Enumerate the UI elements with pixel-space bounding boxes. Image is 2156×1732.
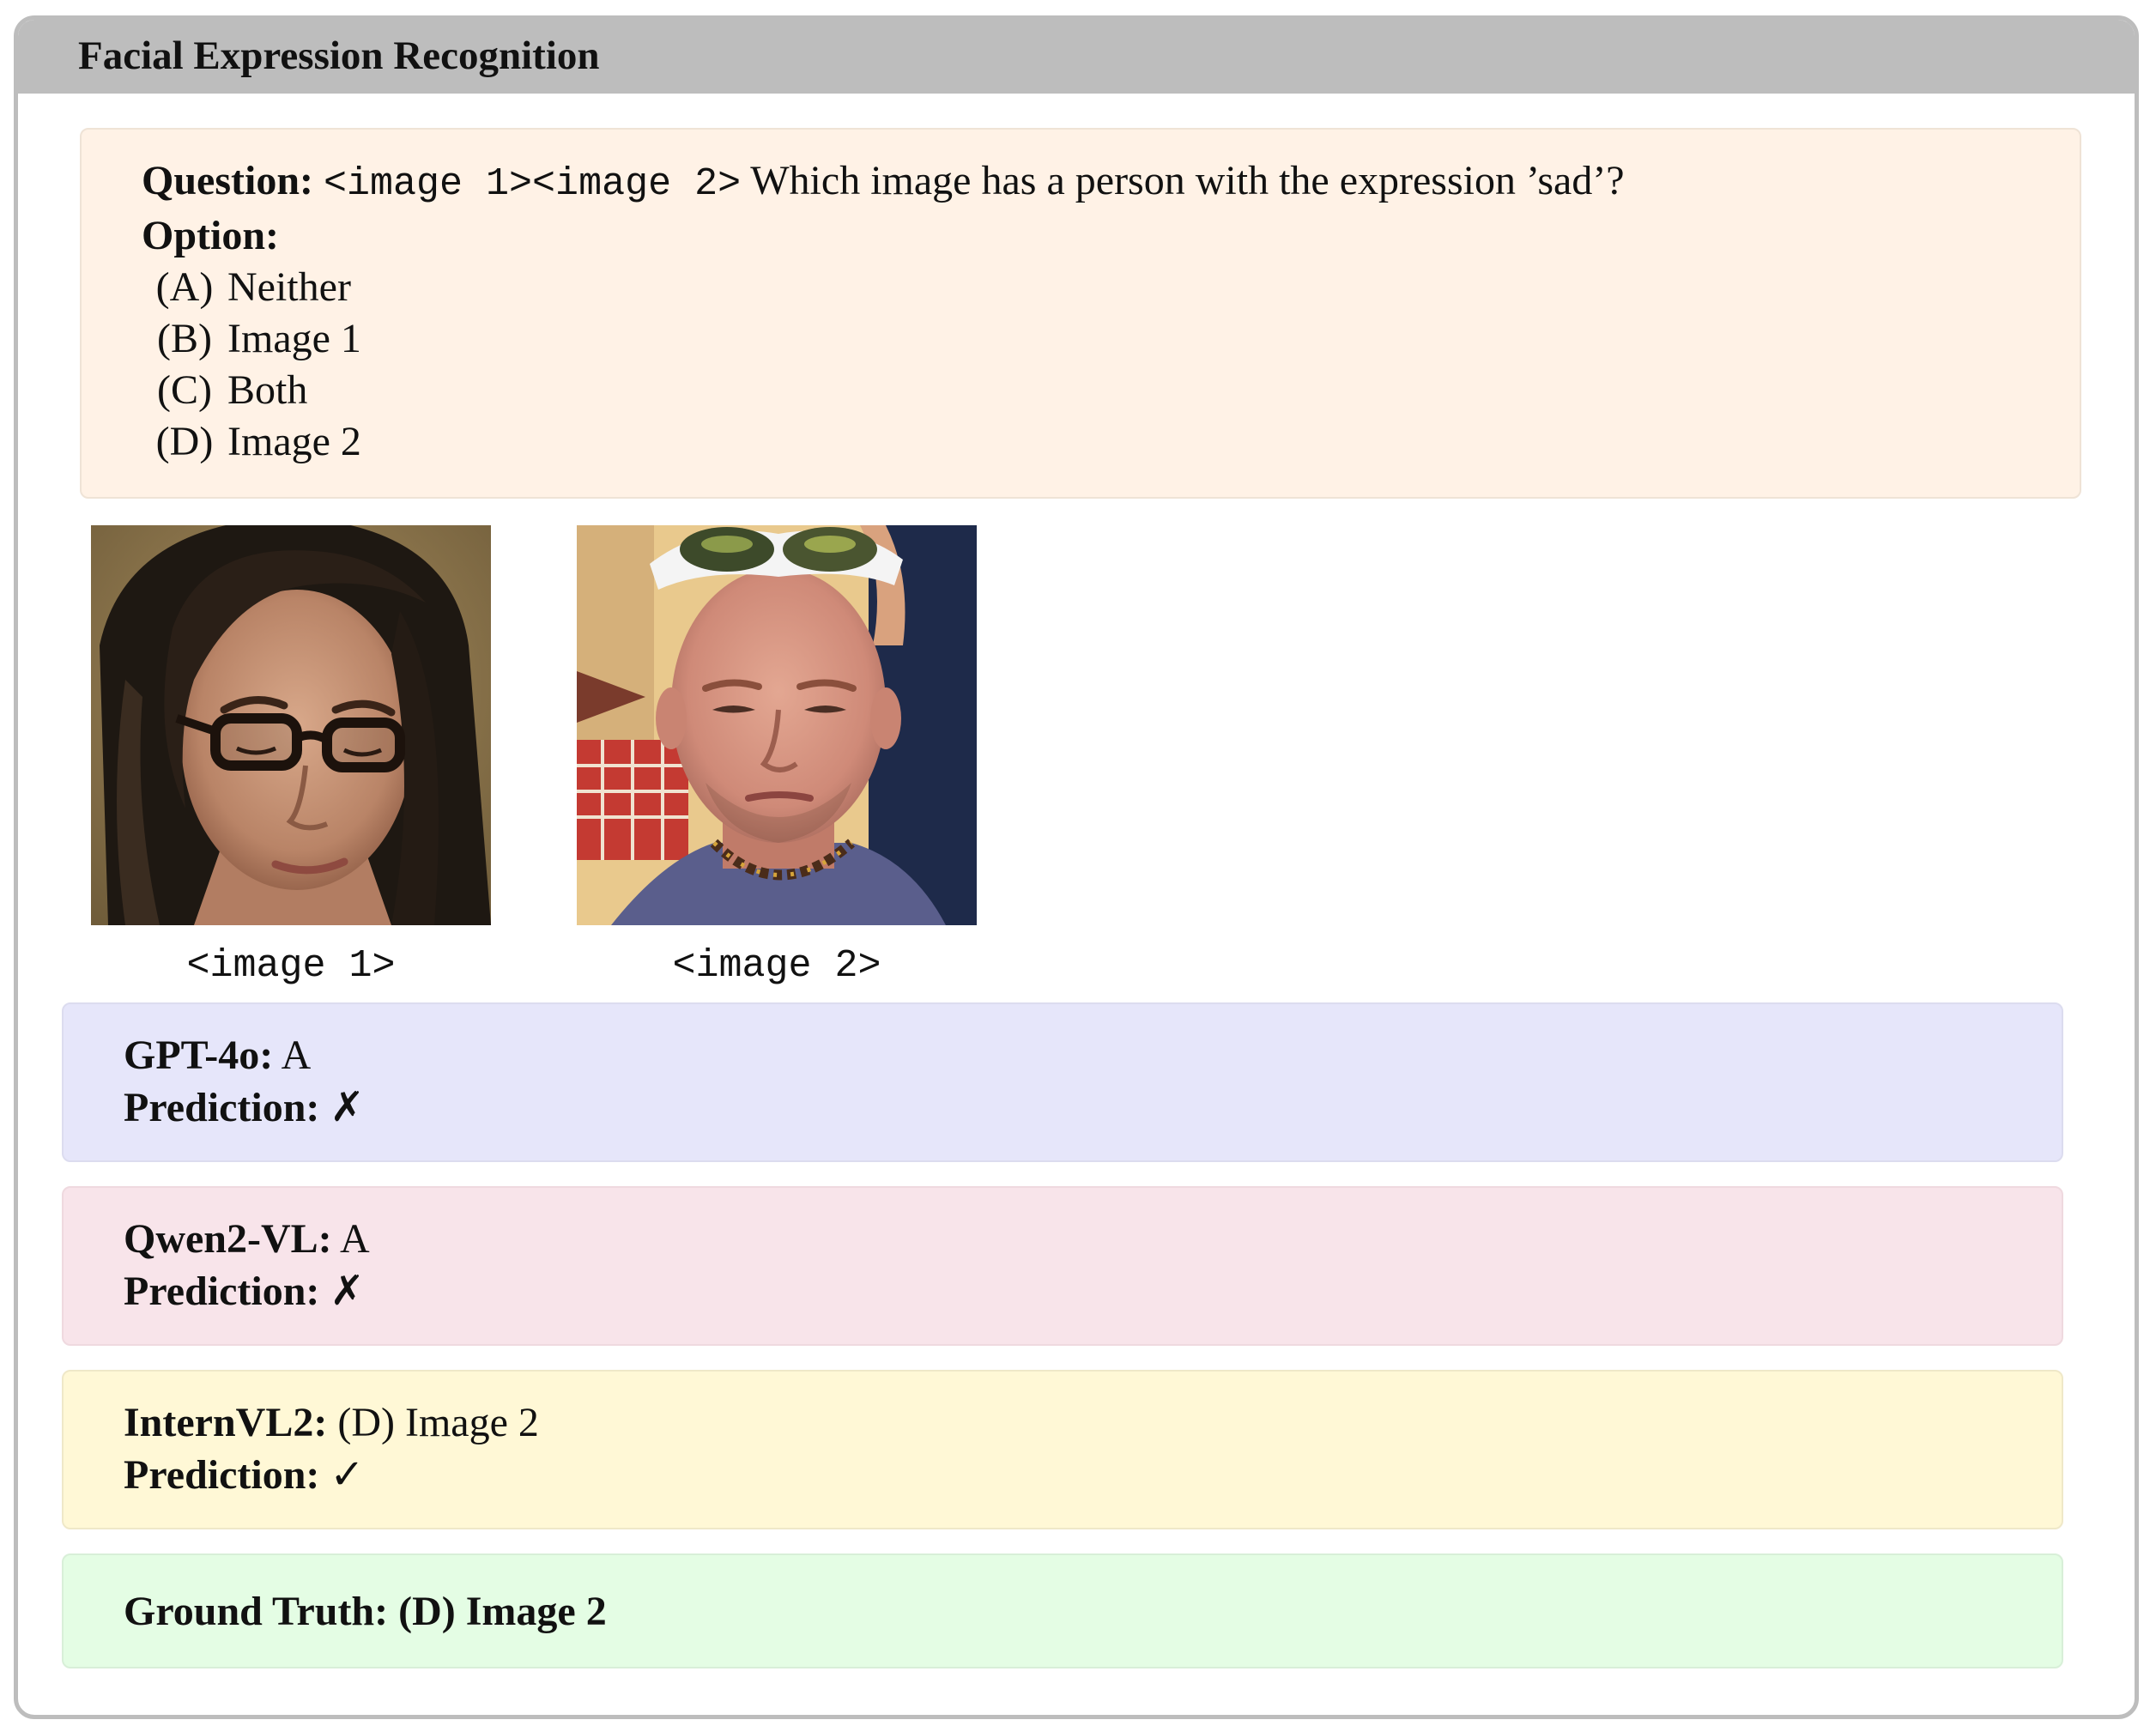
prediction-line: Prediction: ✗ [124, 1265, 370, 1317]
gpt-4o-content: GPT-4o: A Prediction: ✗ [124, 1030, 365, 1134]
image-1-caption: <image 1> [186, 944, 396, 988]
panel-header: Facial Expression Recognition [18, 20, 2135, 94]
prediction-label: Prediction: [124, 1269, 320, 1314]
check-mark-icon: ✓ [330, 1450, 365, 1499]
option-text: Both [227, 367, 308, 413]
prediction-label: Prediction: [124, 1085, 320, 1130]
question-image-tags: <image 1><image 2> [324, 162, 742, 206]
prediction-label: Prediction: [124, 1452, 320, 1498]
option-text: Image 2 [227, 419, 361, 464]
qwen2-vl-result-box: Qwen2-VL: A Prediction: ✗ [62, 1186, 2063, 1346]
model-answer-line: Qwen2-VL: A [124, 1214, 370, 1265]
panel-title: Facial Expression Recognition [78, 33, 600, 78]
image-2-caption: <image 2> [672, 944, 881, 988]
model-answer: A [281, 1033, 312, 1078]
image-2-man-photo [577, 525, 977, 925]
option-letter: (D) [155, 419, 214, 464]
cross-mark-icon: ✗ [330, 1083, 365, 1131]
option-c: (C) Both [142, 365, 1625, 416]
ground-truth-box: Ground Truth: (D) Image 2 [62, 1553, 2063, 1668]
question-box: Question: <image 1><image 2> Which image… [80, 128, 2081, 499]
ground-truth-label: Ground Truth: [124, 1589, 389, 1634]
model-name: InternVL2: [124, 1400, 328, 1445]
model-answer: A [340, 1216, 370, 1262]
question-label: Question: [142, 158, 314, 203]
model-name: Qwen2-VL: [124, 1216, 332, 1262]
option-a: (A) Neither [142, 262, 1625, 313]
ground-truth-content: Ground Truth: (D) Image 2 [124, 1586, 607, 1638]
option-text: Image 1 [227, 316, 361, 361]
prediction-line: Prediction: ✗ [124, 1081, 365, 1134]
internvl2-result-box: InternVL2: (D) Image 2 Prediction: ✓ [62, 1370, 2063, 1529]
option-letter: (A) [155, 264, 214, 310]
model-answer-line: GPT-4o: A [124, 1030, 365, 1081]
option-b: (B) Image 1 [142, 313, 1625, 365]
question-content: Question: <image 1><image 2> Which image… [142, 155, 1625, 468]
option-letter: (C) [157, 367, 212, 413]
question-text: Which image has a person with the expres… [741, 158, 1625, 203]
question-line: Question: <image 1><image 2> Which image… [142, 155, 1625, 210]
ground-truth-answer: (D) Image 2 [398, 1589, 607, 1634]
image-1-woman-photo [91, 525, 491, 925]
gpt-4o-result-box: GPT-4o: A Prediction: ✗ [62, 1002, 2063, 1162]
option-letter: (B) [157, 316, 212, 361]
model-answer: (D) Image 2 [337, 1400, 539, 1445]
option-d: (D) Image 2 [142, 416, 1625, 468]
cross-mark-icon: ✗ [330, 1267, 365, 1315]
model-answer-line: InternVL2: (D) Image 2 [124, 1397, 539, 1449]
internvl2-content: InternVL2: (D) Image 2 Prediction: ✓ [124, 1397, 539, 1501]
option-text: Neither [227, 264, 351, 310]
option-label: Option: [142, 213, 280, 258]
prediction-line: Prediction: ✓ [124, 1449, 539, 1501]
qwen2-vl-content: Qwen2-VL: A Prediction: ✗ [124, 1214, 370, 1317]
model-name: GPT-4o: [124, 1033, 274, 1078]
